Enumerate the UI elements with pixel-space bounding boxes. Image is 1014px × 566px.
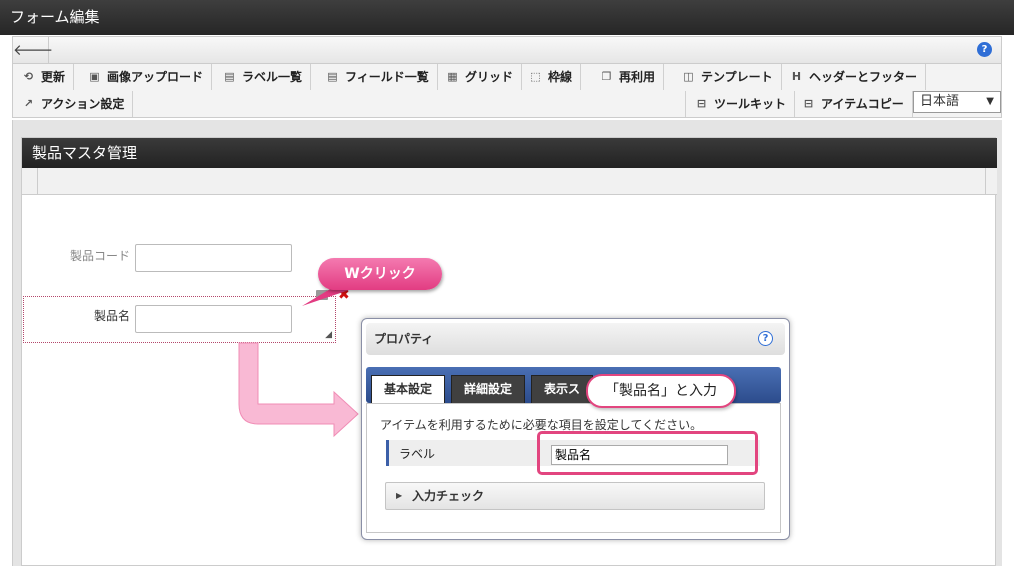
highlight-frame <box>537 431 758 475</box>
properties-dialog: プロパティ ? 基本設定 詳細設定 表示ス アイテムを利用するために必要な項目を… <box>361 318 790 540</box>
tab-display-style[interactable]: 表示ス <box>531 375 594 403</box>
dialog-title: プロパティ <box>374 332 434 346</box>
help-icon[interactable]: ? <box>758 331 773 346</box>
flow-arrow <box>238 342 359 438</box>
tab-basic-settings[interactable]: 基本設定 <box>371 375 446 403</box>
tab-detail-settings[interactable]: 詳細設定 <box>451 375 526 403</box>
label-caption: ラベル <box>399 447 436 461</box>
enter-hint-callout: 「製品名」と入力 <box>586 374 736 408</box>
expand-triangle-icon: ▶ <box>396 491 403 500</box>
double-click-callout: Wクリック <box>318 258 442 290</box>
dialog-header: プロパティ ? <box>366 323 785 355</box>
input-check-accordion[interactable]: ▶ 入力チェック <box>385 482 765 510</box>
